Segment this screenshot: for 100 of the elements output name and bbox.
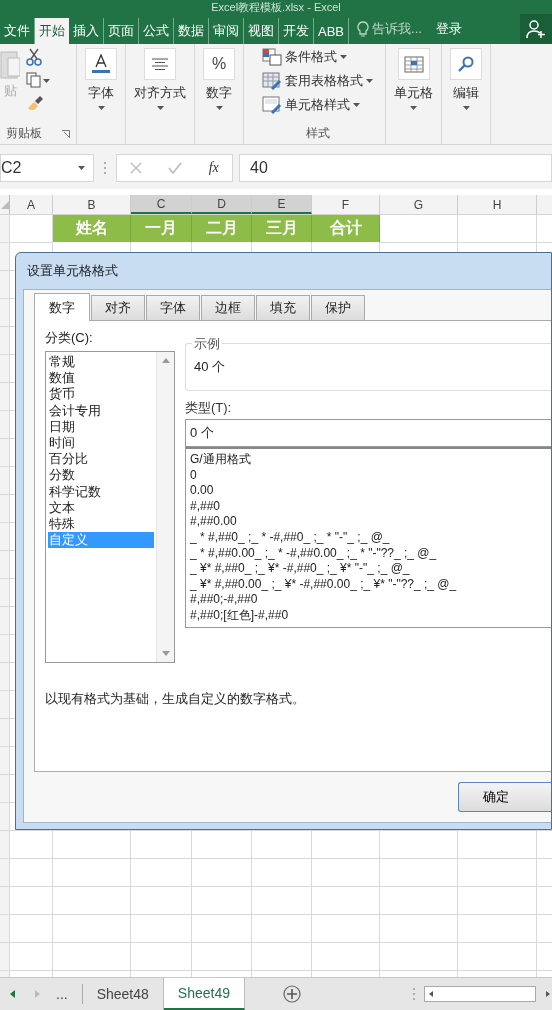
column-header[interactable]: F: [312, 195, 380, 214]
category-item[interactable]: 数值: [48, 370, 154, 387]
format-item[interactable]: #,##0;[红色]-#,##0: [190, 607, 547, 624]
category-item[interactable]: 常规: [48, 354, 154, 371]
grip-dots-icon: [412, 987, 416, 1001]
conditional-format-icon: [262, 48, 282, 66]
format-list[interactable]: [185, 447, 551, 628]
table-header-cell: 姓名: [53, 215, 131, 243]
category-item[interactable]: 会计专用: [48, 402, 154, 419]
formula-input[interactable]: 40: [239, 153, 552, 182]
format-item[interactable]: #,##0;-#,##0: [190, 592, 547, 608]
field-label: 分类(C):: [45, 329, 94, 347]
ribbon-group-button[interactable]: % 数字: [201, 48, 237, 110]
scroll-up-icon[interactable]: [161, 358, 170, 363]
style-menu-button[interactable]: 单元格样式: [262, 96, 373, 114]
copy-icon[interactable]: [26, 72, 50, 88]
table-header-cell: 二月: [192, 215, 252, 243]
ribbon-group-button[interactable]: 字体: [83, 48, 119, 110]
caret-icon: [410, 106, 417, 110]
format-item[interactable]: _ * #,##0_ ;_ * -#,##0_ ;_ * "-"_ ;_ @_: [190, 529, 547, 546]
sign-in-link[interactable]: 登录: [435, 14, 462, 44]
table-header-cell: 合计: [312, 215, 380, 243]
groupbox-label: 示例: [192, 335, 222, 353]
field-label: 类型(T):: [185, 399, 233, 417]
category-item[interactable]: 特殊: [48, 516, 154, 533]
category-item[interactable]: 科学记数: [48, 483, 154, 500]
format-item[interactable]: _ ¥* #,##0_ ;_ ¥* -#,##0_ ;_ ¥* "-"_ ;_ @_: [190, 561, 547, 577]
dialog-tab[interactable]: 数字: [34, 293, 90, 321]
more-sheets-button[interactable]: ...: [50, 984, 83, 1004]
column-header[interactable]: A: [10, 195, 53, 214]
cells-icon: [403, 55, 424, 73]
caret-icon: [78, 165, 85, 170]
sample-text: 40 个: [194, 358, 226, 376]
dialog-title: 设置单元格格式: [26, 262, 119, 280]
category-item[interactable]: 分数: [48, 467, 154, 484]
column-header[interactable]: C: [131, 195, 192, 214]
add-sheet-icon[interactable]: [283, 985, 301, 1003]
percent-icon: %: [211, 55, 227, 73]
cell-style-icon: [262, 96, 282, 114]
format-item[interactable]: 0: [190, 467, 547, 484]
category-list[interactable]: 常规 数值 货币 会计专用 日期 时间 百分比 分数 科学记数 文本 特殊 自定义: [45, 351, 175, 663]
align-text-icon: [152, 58, 168, 70]
scroll-left-icon[interactable]: [10, 990, 15, 998]
dialog-tab[interactable]: 保护: [311, 295, 365, 320]
format-item[interactable]: #,##0: [190, 498, 547, 515]
category-item[interactable]: 百分比: [48, 451, 154, 468]
caret-icon: [97, 106, 105, 110]
ribbon-group-button[interactable]: 编辑: [448, 48, 484, 110]
caret-icon: [215, 106, 223, 110]
column-header[interactable]: H: [458, 195, 537, 214]
category-item[interactable]: 文本: [48, 499, 154, 517]
ribbon-tab[interactable]: 开始: [35, 18, 69, 44]
ok-button[interactable]: 确定: [458, 782, 551, 812]
dialog-launcher-icon[interactable]: [62, 129, 70, 138]
horizontal-scrollbar[interactable]: [424, 986, 536, 1002]
caret-icon: [340, 55, 347, 59]
format-item[interactable]: 0.00: [190, 483, 547, 499]
sheet-tab[interactable]: Sheet49: [163, 978, 245, 1010]
column-header[interactable]: G: [380, 195, 458, 214]
dialog-tab[interactable]: 字体: [146, 295, 200, 320]
lightbulb-icon: [357, 21, 369, 37]
sheet-tab[interactable]: Sheet48: [82, 978, 164, 1010]
scissors-icon[interactable]: [26, 48, 42, 66]
format-item[interactable]: _ * #,##0.00_ ;_ * -#,##0.00_ ;_ * "-"??_ ;_ @_: [190, 545, 547, 562]
style-menu-button[interactable]: 套用表格格式: [262, 72, 373, 90]
font-color-icon: [92, 54, 110, 74]
check-icon[interactable]: [168, 161, 183, 174]
table-format-icon: [262, 72, 282, 90]
column-header[interactable]: D: [192, 195, 252, 214]
format-painter-icon[interactable]: [26, 94, 44, 110]
format-item[interactable]: _ ¥* #,##0.00_ ;_ ¥* -#,##0.00_ ;_ ¥* "-"??_ ;_ @_: [190, 576, 547, 593]
search-icon: [458, 56, 474, 72]
group-label: 样式: [304, 125, 331, 142]
table-header-cell: 三月: [252, 215, 312, 243]
ribbon-group-button[interactable]: 单元格: [392, 48, 435, 110]
format-item[interactable]: G/通用格式: [190, 452, 547, 468]
category-item[interactable]: 货币: [48, 386, 154, 403]
dialog-tab[interactable]: 对齐: [91, 295, 145, 320]
column-header[interactable]: E: [252, 195, 312, 214]
category-item[interactable]: 日期: [48, 418, 154, 435]
scroll-down-icon[interactable]: [161, 651, 170, 656]
format-item[interactable]: #,##0.00: [190, 514, 547, 530]
table-header-cell: 一月: [131, 215, 192, 243]
dialog-tab[interactable]: 填充: [256, 295, 310, 320]
category-item[interactable]: 时间: [48, 435, 154, 452]
ribbon-group-button[interactable]: 对齐方式: [132, 48, 188, 110]
group-label: 剪贴板: [6, 125, 42, 142]
style-menu-button[interactable]: 条件格式: [262, 48, 373, 66]
description-text: 以现有格式为基础，生成自定义的数字格式。: [45, 691, 306, 708]
caret-icon: [353, 103, 360, 107]
scroll-right-icon[interactable]: [544, 988, 552, 1000]
share-person-icon[interactable]: [526, 19, 546, 39]
dialog-tab[interactable]: 边框: [201, 295, 255, 320]
window-title: Excel教程模板.xlsx - Excel: [211, 0, 341, 14]
tell-me-field[interactable]: 告诉我...: [357, 14, 422, 44]
caret-icon: [156, 106, 164, 110]
name-box[interactable]: C2: [0, 153, 94, 182]
caret-icon: [462, 106, 470, 110]
insert-function-button[interactable]: fx: [208, 159, 219, 176]
type-input[interactable]: 0 个: [185, 419, 551, 447]
